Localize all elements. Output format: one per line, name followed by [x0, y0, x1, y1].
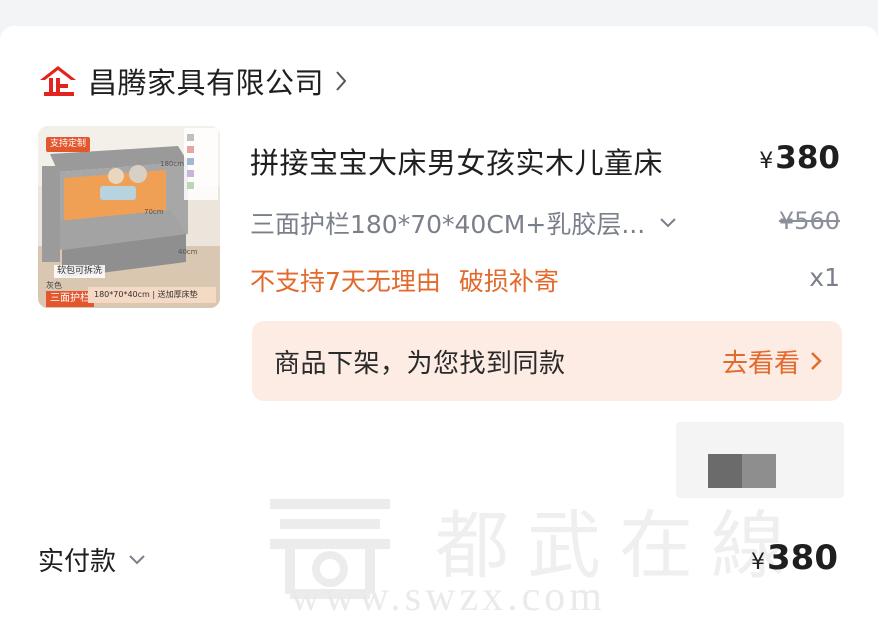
bed-image — [38, 126, 220, 308]
total-currency: ¥ — [751, 550, 766, 575]
chevron-down-icon — [129, 554, 145, 564]
view-similar-label: 去看看 — [721, 348, 800, 379]
total-paid: ¥380 — [751, 538, 838, 578]
payment-details-toggle[interactable]: 实付款 — [38, 541, 146, 578]
product-spec: 三面护栏180*70*40CM+乳胶层... — [250, 210, 646, 239]
product-price: ¥380 — [759, 140, 840, 176]
chevron-down-icon — [660, 218, 676, 228]
product-spec-selector[interactable]: 三面护栏180*70*40CM+乳胶层... — [250, 205, 677, 241]
similar-item-banner[interactable]: 商品下架，为您找到同款 去看看 — [252, 321, 842, 401]
blur-block — [742, 454, 776, 488]
product-thumbnail[interactable]: 支持定制 180cm 70cm 40cm 软包可拆洗 灰色 三面护栏 180*7… — [38, 126, 220, 308]
price-currency: ¥ — [759, 149, 774, 174]
blurred-button[interactable] — [676, 422, 844, 498]
notice-no-return: 不支持7天无理由 — [250, 267, 441, 296]
paid-label: 实付款 — [38, 547, 117, 577]
thumbnail-tag-color: 灰色 — [46, 281, 62, 290]
thumbnail-tag-size: 180*70*40cm | 送加厚床垫 — [88, 287, 216, 303]
thumbnail-dim-width: 70cm — [144, 208, 164, 216]
quantity: x1 — [809, 263, 840, 292]
thumbnail-tag-three-sides: 三面护栏 — [46, 291, 94, 307]
banner-text: 商品下架，为您找到同款 — [274, 348, 566, 379]
service-notices: 不支持7天无理由 破损补寄 — [250, 262, 559, 298]
view-similar-button[interactable]: 去看看 — [722, 321, 822, 401]
shop-header[interactable]: 昌腾家具有限公司 — [38, 60, 348, 102]
original-price: ¥560 — [778, 207, 840, 235]
notice-damage-replace: 破损补寄 — [458, 267, 559, 296]
thumbnail-dim-length: 180cm — [160, 160, 185, 168]
shop-logo-icon — [40, 66, 76, 96]
total-value: 380 — [767, 538, 838, 578]
blur-block — [708, 454, 742, 488]
price-value: 380 — [775, 140, 840, 176]
shop-name[interactable]: 昌腾家具有限公司 — [88, 60, 324, 102]
thumbnail-tag-custom: 支持定制 — [46, 137, 91, 152]
thumbnail-tag-removable: 软包可拆洗 — [54, 265, 106, 278]
product-title[interactable]: 拼接宝宝大床男女孩实木儿童床 — [250, 140, 663, 182]
chevron-right-icon[interactable] — [334, 69, 348, 93]
chevron-right-icon — [811, 352, 822, 370]
thumbnail-dim-height: 40cm — [178, 248, 198, 256]
